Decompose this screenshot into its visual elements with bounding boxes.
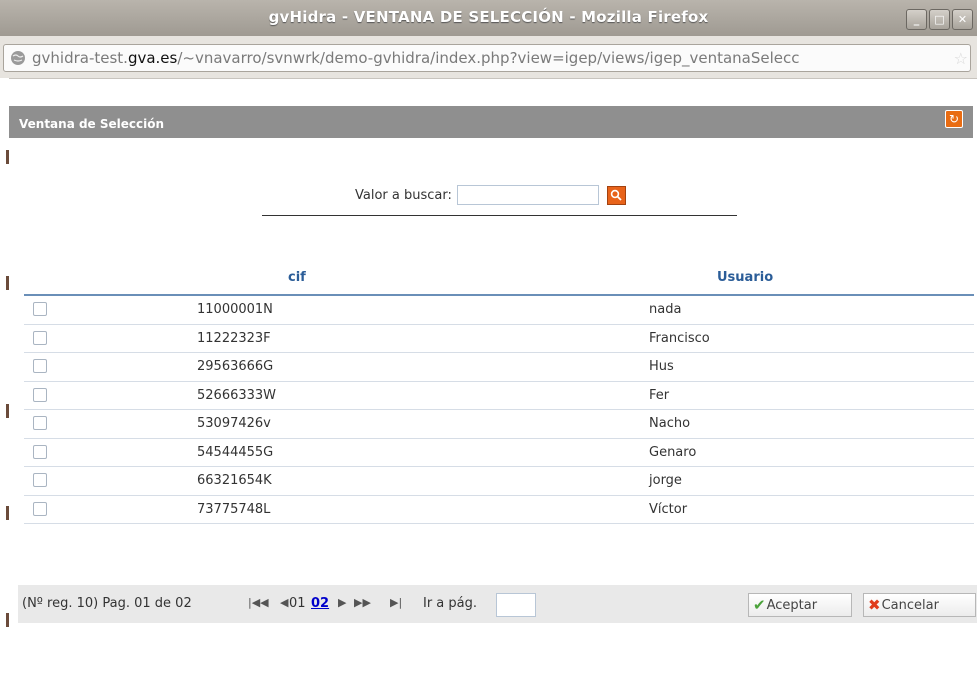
panel-title: Ventana de Selección [19, 117, 165, 131]
search-divider [262, 215, 737, 216]
cross-icon: ✖ [868, 596, 881, 614]
url-text: gvhidra-test.gva.es/~vnavarro/svnwrk/dem… [32, 49, 800, 67]
goto-page-label: Ir a pág. [423, 596, 478, 611]
close-icon[interactable]: ✕ [952, 9, 973, 30]
cancel-label: Cancelar [881, 597, 939, 613]
url-bar[interactable]: gvhidra-test.gva.es/~vnavarro/svnwrk/dem… [3, 44, 971, 72]
accept-button[interactable]: ✔ Aceptar [748, 593, 852, 617]
pagination-summary: (Nº reg. 10) Pag. 01 de 02 [22, 596, 192, 611]
page-current: 01 [289, 596, 306, 611]
cell-usuario: Nacho [649, 416, 691, 431]
cell-usuario: Hus [649, 359, 674, 374]
row-checkbox[interactable] [33, 416, 47, 430]
row-checkbox[interactable] [33, 302, 47, 316]
row-checkbox[interactable] [33, 444, 47, 459]
page-link-02[interactable]: 02 [311, 596, 329, 611]
navigation-bar: gvhidra-test.gva.es/~vnavarro/svnwrk/dem… [0, 36, 977, 79]
cell-usuario: Francisco [649, 330, 710, 346]
cell-cif: 52666333W [197, 387, 277, 403]
accept-label: Aceptar [766, 597, 818, 613]
goto-page-input[interactable] [496, 593, 536, 617]
cell-usuario: Víctor [649, 501, 688, 517]
table-row[interactable]: 73775748L Víctor [24, 496, 974, 524]
search-label: Valor a buscar: [355, 187, 452, 203]
cell-cif: 66321654K [197, 473, 272, 488]
next-page-icon[interactable]: ▶ [338, 596, 346, 609]
cell-cif: 11222323F [197, 330, 271, 346]
table-row[interactable]: 29563666G Hus [24, 353, 974, 382]
window-title: gvHidra - VENTANA DE SELECCIÓN - Mozilla… [268, 8, 709, 26]
pagination-bar: (Nº reg. 10) Pag. 01 de 02 |◀◀ ◀ 01 02 ▶… [18, 585, 977, 623]
table-row[interactable]: 54544455G Genaro [24, 439, 974, 467]
table-row[interactable]: 11000001N nada [24, 296, 974, 325]
search-input[interactable] [456, 185, 599, 205]
search-area: Valor a buscar: [355, 185, 626, 205]
row-checkbox[interactable] [33, 330, 47, 345]
window-controls: _ □ ✕ [906, 9, 973, 30]
first-page-icon[interactable]: |◀◀ [248, 596, 269, 609]
cell-usuario: Genaro [649, 444, 697, 460]
cell-usuario: Fer [649, 387, 670, 403]
table-body: 11000001N nada 11222323F Francisco 2956366… [24, 296, 974, 524]
table-row[interactable]: 52666333W Fer [24, 382, 974, 410]
checkmark-icon: ✔ [753, 596, 766, 614]
cell-cif: 11000001N [197, 302, 273, 317]
table-row[interactable]: 11222323F Francisco [24, 325, 974, 353]
minimize-icon[interactable]: _ [906, 9, 927, 30]
refresh-icon[interactable]: ↻ [945, 110, 963, 128]
window-titlebar: gvHidra - VENTANA DE SELECCIÓN - Mozilla… [0, 0, 977, 37]
column-header-usuario[interactable]: Usuario [717, 270, 773, 285]
table-header: cif Usuario [24, 262, 974, 296]
table-row[interactable]: 53097426v Nacho [24, 410, 974, 439]
cell-cif: 53097426v [197, 416, 271, 431]
cell-cif: 73775748L [197, 501, 271, 517]
cell-cif: 29563666G [197, 359, 274, 374]
column-header-cif[interactable]: cif [288, 270, 306, 285]
search-button[interactable] [606, 185, 626, 205]
row-checkbox[interactable] [33, 387, 47, 402]
cell-usuario: jorge [649, 473, 682, 488]
row-checkbox[interactable] [33, 359, 47, 373]
previous-page-icon[interactable]: ◀ [280, 596, 288, 609]
maximize-icon[interactable]: □ [929, 9, 950, 30]
table-row[interactable]: 66321654K jorge [24, 467, 974, 496]
row-checkbox[interactable] [33, 473, 47, 487]
bookmark-star-icon[interactable]: ☆ [954, 49, 968, 68]
last-page-icon[interactable]: ▶| [390, 596, 402, 609]
cell-usuario: nada [649, 302, 682, 317]
globe-icon [11, 51, 25, 65]
cell-cif: 54544455G [197, 444, 274, 460]
cancel-button[interactable]: ✖ Cancelar [863, 593, 976, 617]
next-block-icon[interactable]: ▶▶ [354, 596, 371, 609]
search-icon [611, 189, 623, 201]
left-window-edge [0, 78, 9, 679]
panel-header: Ventana de Selección ↻ [9, 106, 973, 138]
row-checkbox[interactable] [33, 501, 47, 516]
